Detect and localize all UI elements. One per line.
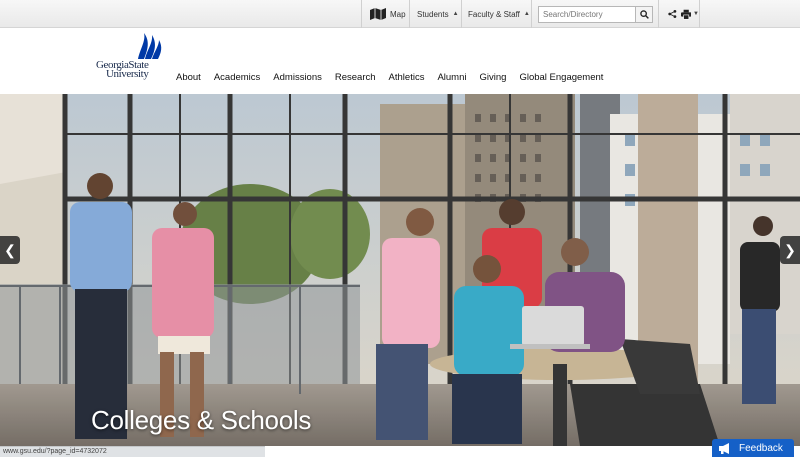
hero-carousel: Colleges & Schools ❮ ❯ bbox=[0, 94, 800, 446]
carousel-next-button[interactable]: ❯ bbox=[780, 236, 800, 264]
search-input[interactable] bbox=[538, 5, 636, 23]
share-icon[interactable] bbox=[668, 9, 677, 19]
nav-giving[interactable]: Giving bbox=[480, 72, 507, 83]
map-link[interactable]: Map bbox=[361, 0, 409, 28]
nav-alumni[interactable]: Alumni bbox=[437, 72, 466, 83]
feedback-button[interactable]: Feedback bbox=[712, 439, 794, 457]
chevron-left-icon: ❮ bbox=[4, 241, 16, 258]
map-icon bbox=[370, 8, 386, 20]
hero-title[interactable]: Colleges & Schools bbox=[91, 405, 311, 436]
search-button[interactable] bbox=[636, 5, 653, 23]
logo-wordmark: GeorgiaState University bbox=[96, 60, 166, 80]
search-icon bbox=[639, 9, 649, 19]
search-form bbox=[531, 0, 658, 28]
utility-bar: Map Students ▲ Faculty & Staff ▲ ▼ bbox=[0, 0, 800, 28]
flame-logo-icon bbox=[138, 33, 162, 59]
print-icon[interactable] bbox=[680, 9, 692, 20]
browser-status-url: www.gsu.edu/?page_id=4732072 bbox=[0, 446, 265, 457]
nav-athletics[interactable]: Athletics bbox=[389, 72, 425, 83]
faculty-staff-label: Faculty & Staff bbox=[468, 9, 520, 19]
nav-admissions[interactable]: Admissions bbox=[273, 72, 322, 83]
hero-photo bbox=[0, 94, 800, 446]
map-label: Map bbox=[390, 9, 406, 19]
nav-research[interactable]: Research bbox=[335, 72, 376, 83]
nav-about[interactable]: About bbox=[176, 72, 201, 83]
nav-academics[interactable]: Academics bbox=[214, 72, 260, 83]
students-label: Students bbox=[417, 9, 449, 19]
megaphone-icon bbox=[719, 442, 729, 454]
share-print-tools: ▼ bbox=[658, 0, 700, 28]
caret-up-icon: ▲ bbox=[452, 11, 459, 17]
logo-line-2: University bbox=[106, 68, 149, 80]
caret-down-icon[interactable]: ▼ bbox=[693, 11, 699, 17]
feedback-label: Feedback bbox=[739, 442, 783, 454]
main-nav: About Academics Admissions Research Athl… bbox=[176, 72, 616, 83]
caret-up-icon: ▲ bbox=[523, 11, 530, 17]
students-menu[interactable]: Students ▲ bbox=[409, 0, 461, 28]
nav-global-engagement[interactable]: Global Engagement bbox=[519, 72, 603, 83]
gsu-logo[interactable]: GeorgiaState University bbox=[96, 33, 166, 91]
carousel-prev-button[interactable]: ❮ bbox=[0, 236, 20, 264]
site-header: GeorgiaState University About Academics … bbox=[0, 29, 800, 94]
faculty-staff-menu[interactable]: Faculty & Staff ▲ bbox=[461, 0, 531, 28]
chevron-right-icon: ❯ bbox=[784, 241, 796, 258]
